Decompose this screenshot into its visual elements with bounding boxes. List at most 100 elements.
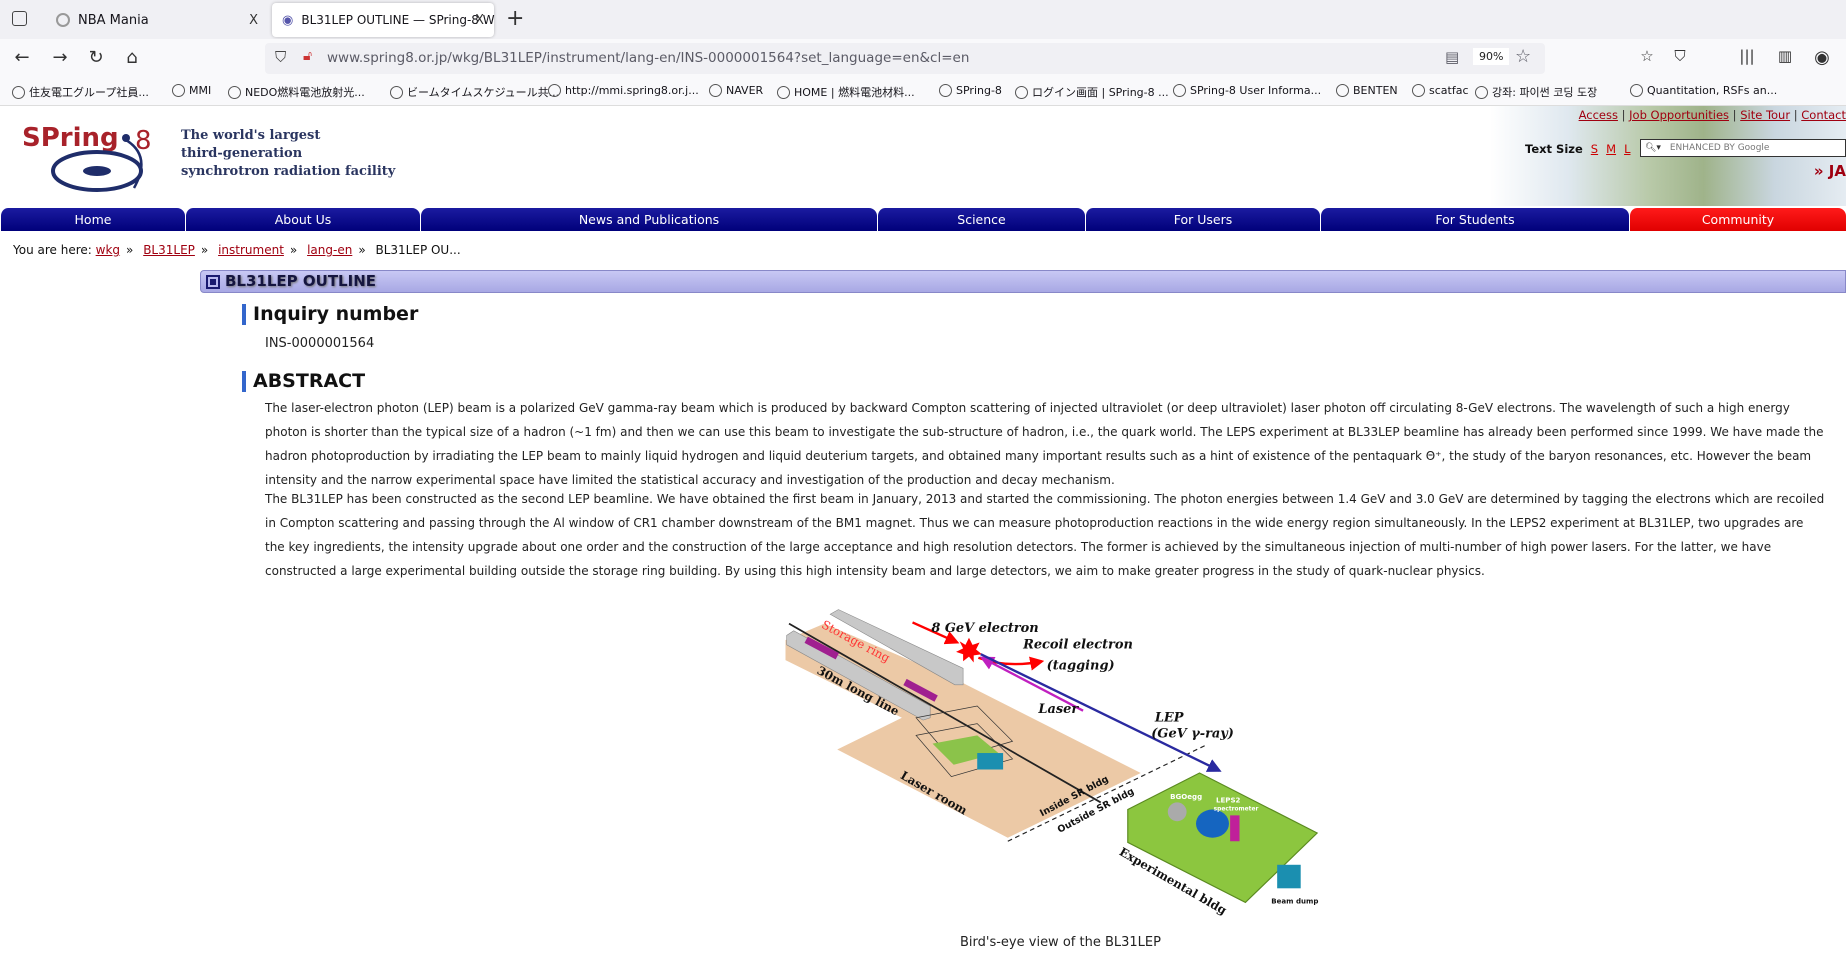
bookmark-item[interactable]: SPring-8 User Informa... — [1173, 84, 1321, 97]
shield-icon: ⛉ — [275, 48, 287, 66]
home-icon[interactable]: ⌂ — [120, 47, 144, 68]
bookmark-favicon-icon — [777, 85, 790, 99]
label-tagging: (tagging) — [1047, 659, 1115, 674]
label-beam-dump: Beam dump — [1271, 897, 1318, 906]
extensions-icon[interactable]: ☆ — [1635, 47, 1659, 65]
bookmarks-bar: 住友電工グループ社員... MMI NEDO燃料電池放射光... ビームタイムスケジュ… — [0, 78, 1846, 106]
text-size-l[interactable]: L — [1624, 142, 1630, 156]
square-bullet-icon — [206, 275, 220, 289]
site-tour-link[interactable]: Site Tour — [1740, 108, 1790, 122]
header-banner: Access | Job Opportunities | Site Tour |… — [1490, 106, 1846, 206]
tagline: The world's largest third-generation syn… — [181, 128, 396, 179]
bookmark-favicon-icon — [12, 85, 25, 99]
inquiry-heading: Inquiry number — [242, 304, 418, 325]
breadcrumb-instrument[interactable]: instrument — [218, 243, 284, 257]
new-tab-button[interactable]: + — [506, 6, 524, 31]
bookmark-favicon-icon — [1630, 84, 1643, 97]
breadcrumb-lang-en[interactable]: lang-en — [307, 243, 352, 257]
bookmark-item[interactable]: BENTEN — [1336, 84, 1398, 97]
bookmark-favicon-icon — [1336, 84, 1349, 97]
url-bar[interactable]: ⛉ 🔓︎ www.spring8.or.jp/wkg/BL31LEP/instr… — [265, 43, 1545, 74]
japanese-link[interactable]: » JA — [1814, 162, 1846, 180]
search-icon: 🔍︎▾ — [1645, 143, 1661, 153]
save-to-pocket-icon[interactable]: ⛉ — [1668, 47, 1692, 65]
beam-dump-block — [1277, 864, 1301, 889]
label-bgoegg: BGOegg — [1170, 792, 1202, 801]
tab-bar: NBA Mania X ◉ BL31LEP OUTLINE — SPring-8… — [0, 0, 1846, 39]
bookmark-favicon-icon — [1015, 85, 1028, 99]
tab-list-icon[interactable] — [12, 11, 27, 26]
sidebar-icon[interactable]: ▥ — [1773, 47, 1797, 65]
bookmark-item[interactable]: NAVER — [709, 84, 763, 97]
account-icon[interactable]: ◉ — [1810, 47, 1834, 68]
label-leps2: LEPS2 — [1216, 795, 1241, 804]
search-input[interactable]: 🔍︎▾ ENHANCED BY Google — [1640, 139, 1846, 157]
url-text[interactable]: www.spring8.or.jp/wkg/BL31LEP/instrument… — [327, 50, 969, 66]
reload-icon[interactable]: ↻ — [84, 47, 108, 68]
reader-view-icon[interactable]: ▤ — [1445, 48, 1459, 66]
bookmark-item[interactable]: scatfac — [1412, 84, 1469, 97]
bookmark-item[interactable]: HOME | 燃料電池材料... — [777, 84, 915, 100]
nav-news-and-publications[interactable]: News and Publications — [420, 208, 877, 231]
bookmark-star-icon[interactable]: ☆ — [1515, 46, 1531, 67]
close-tab-icon[interactable]: X — [249, 13, 258, 28]
abstract-paragraph-2: The BL31LEP has been constructed as the … — [265, 492, 1825, 578]
back-icon[interactable]: ← — [10, 47, 34, 68]
spring8-logo[interactable]: SPring 8 — [22, 116, 162, 196]
close-tab-icon[interactable]: X — [475, 13, 484, 28]
bookmark-favicon-icon — [172, 84, 185, 97]
laser-units — [977, 753, 1004, 770]
bookmark-item[interactable]: MMI — [172, 84, 211, 97]
breadcrumb-bl31lep[interactable]: BL31LEP — [143, 243, 195, 257]
detector — [1230, 815, 1240, 842]
bookmark-item[interactable]: NEDO燃料電池放射光... — [228, 84, 365, 100]
label-recoil: Recoil electron — [1022, 637, 1133, 652]
bookmark-item[interactable]: SPring-8 — [939, 84, 1002, 97]
tab-nba-mania[interactable]: NBA Mania X — [46, 3, 268, 37]
figure-caption: Bird's-eye view of the BL31LEP — [960, 935, 1161, 950]
label-electron: 8 GeV electron — [931, 621, 1038, 636]
library-icon[interactable]: ||| — [1735, 47, 1759, 65]
nav-for-students[interactable]: For Students — [1320, 208, 1629, 231]
abstract-paragraph-1: The laser-electron photon (LEP) beam is … — [265, 401, 1824, 487]
bookmark-item[interactable]: Quantitation, RSFs an... — [1630, 84, 1777, 97]
insecure-lock-icon: 🔓︎ — [303, 48, 313, 64]
job-opportunities-link[interactable]: Job Opportunities — [1629, 108, 1729, 122]
top-links: Access | Job Opportunities | Site Tour |… — [1578, 108, 1846, 122]
text-size-s[interactable]: S — [1591, 142, 1598, 156]
bookmark-favicon-icon — [390, 85, 403, 99]
abstract-heading: ABSTRACT — [242, 371, 365, 392]
svg-text:SPring: SPring — [22, 123, 119, 153]
zoom-level[interactable]: 90% — [1473, 48, 1510, 65]
nav-community[interactable]: Community — [1629, 208, 1846, 231]
nav-for-users[interactable]: For Users — [1085, 208, 1320, 231]
bookmark-item[interactable]: 강좌: 파이썬 코딩 도장 — [1475, 84, 1597, 100]
bookmark-favicon-icon — [1475, 85, 1488, 99]
text-size-m[interactable]: M — [1606, 142, 1616, 156]
spectrometer-magnet — [1196, 809, 1229, 838]
label-spectrometer: spectrometer — [1214, 807, 1259, 813]
bookmark-favicon-icon — [1173, 84, 1186, 97]
text-size-control: Text Size S M L — [1525, 142, 1631, 156]
nav-home[interactable]: Home — [0, 208, 185, 231]
bookmark-item[interactable]: ログイン画面 | SPring-8 ... — [1015, 84, 1169, 100]
bl31lep-birds-eye-diagram: 8 GeV electron Recoil electron (tagging)… — [785, 609, 1318, 918]
bookmark-favicon-icon — [1412, 84, 1425, 97]
main-nav: Home About Us News and Publications Science… — [0, 208, 1846, 231]
nav-about-us[interactable]: About Us — [185, 208, 420, 231]
forward-icon[interactable]: → — [48, 47, 72, 68]
nba-favicon-icon — [56, 13, 70, 27]
bookmark-item[interactable]: 住友電工グループ社員... — [12, 84, 149, 100]
nav-science[interactable]: Science — [877, 208, 1085, 231]
label-lep-sub: (GeV γ-ray) — [1151, 727, 1234, 742]
bookmark-item[interactable]: ビームタイムスケジュール共... — [390, 84, 559, 100]
tab-bl31lep[interactable]: ◉ BL31LEP OUTLINE — SPring-8 W X — [272, 3, 495, 37]
breadcrumb-wkg[interactable]: wkg — [96, 243, 120, 257]
bookmark-item[interactable]: http://mmi.spring8.or.j... — [548, 84, 699, 97]
page-title: BL31LEP OUTLINE — [225, 272, 376, 290]
bookmark-favicon-icon — [709, 84, 722, 97]
bookmark-favicon-icon — [548, 84, 561, 97]
contact-link[interactable]: Contact — [1801, 108, 1846, 122]
access-link[interactable]: Access — [1579, 108, 1618, 122]
web-page: SPring 8 The world's largest third-gener… — [0, 106, 1846, 950]
